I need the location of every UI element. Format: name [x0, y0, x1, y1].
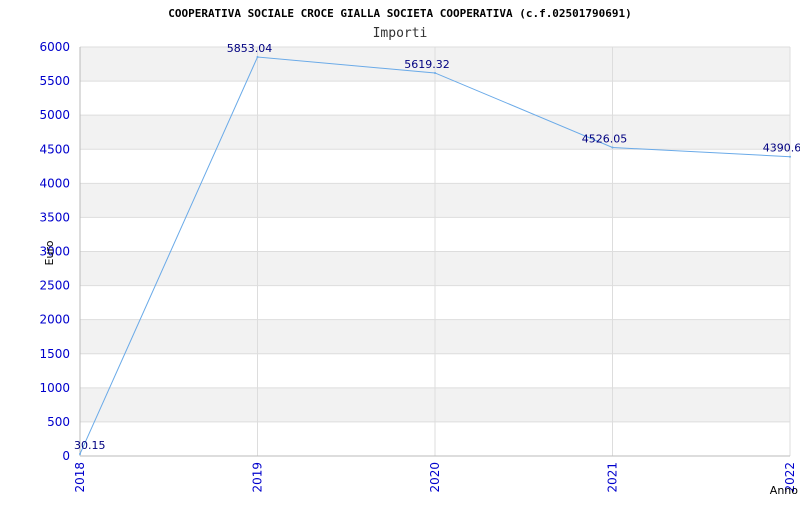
- y-tick-label: 3500: [39, 210, 70, 224]
- data-point: [434, 71, 436, 74]
- data-point: [256, 56, 259, 59]
- chart-subtitle: Importi: [373, 26, 428, 41]
- y-tick-label: 2000: [39, 313, 70, 327]
- x-tick-label: 2020: [428, 462, 442, 493]
- y-tick-label: 1500: [39, 347, 70, 361]
- chart-title: COOPERATIVA SOCIALE CROCE GIALLA SOCIETA…: [168, 7, 632, 20]
- data-point: [611, 146, 614, 149]
- data-point: [789, 155, 791, 158]
- y-tick-label: 6000: [39, 40, 70, 54]
- y-tick-label: 1000: [39, 381, 70, 395]
- x-axis-label: Anno: [770, 484, 798, 497]
- y-tick-label: 4500: [39, 142, 70, 156]
- y-tick-label: 4000: [39, 176, 70, 190]
- data-label: 4390.6: [763, 142, 800, 155]
- data-label: 5619.32: [404, 58, 450, 71]
- y-axis-label: Euro: [43, 240, 56, 265]
- y-tick-label: 5500: [39, 74, 70, 88]
- data-point: [79, 452, 81, 455]
- data-label: 5853.04: [227, 42, 273, 55]
- x-tick-label: 2021: [606, 462, 620, 493]
- line-chart: 0 500 1000 1500 2000 2500 3000 3500 4000 4500 5000…: [0, 0, 800, 500]
- y-tick-label: 5000: [39, 108, 70, 122]
- x-tick-label: 2018: [73, 462, 87, 493]
- data-label: 30.15: [74, 439, 106, 452]
- y-tick-label: 500: [47, 415, 70, 429]
- data-label: 4526.05: [582, 132, 628, 145]
- y-tick-label: 2500: [39, 279, 70, 293]
- chart-svg: 0500100015002000250030003500400045005000…: [39, 7, 800, 497]
- y-tick-label: 0: [62, 449, 70, 463]
- x-tick-label: 2019: [251, 462, 265, 493]
